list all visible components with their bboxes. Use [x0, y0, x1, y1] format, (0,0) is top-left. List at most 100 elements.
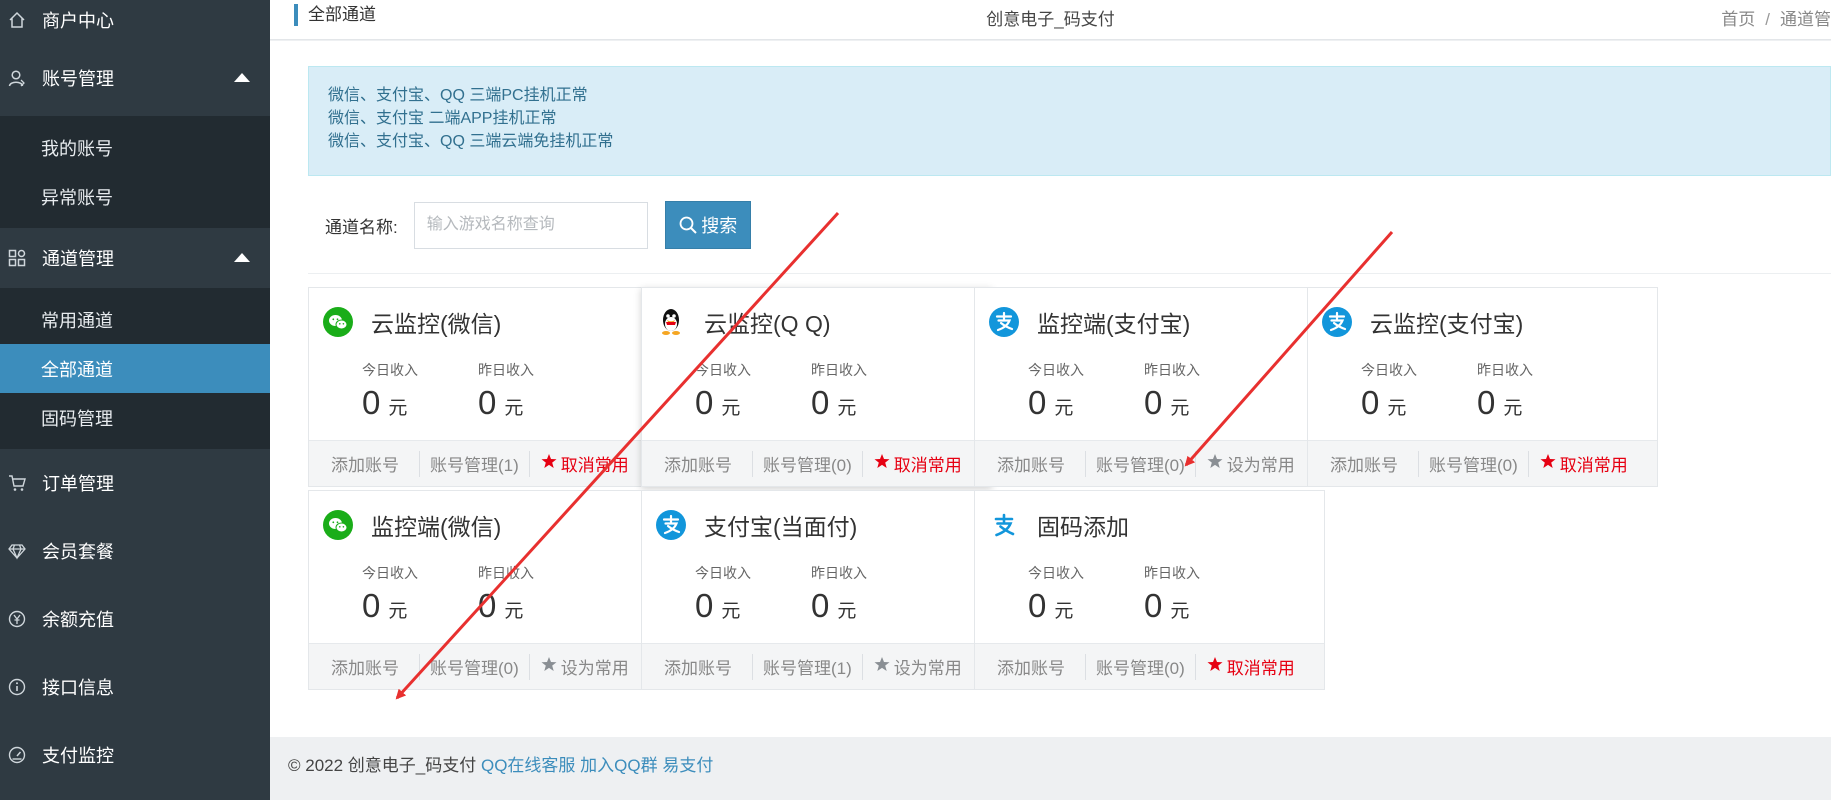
alipay-icon — [655, 509, 687, 541]
yesterday-value: 0 — [1144, 384, 1163, 421]
sidebar: 商户中心 账号管理 我的账号 异常账号 通道管理 常用通道 全部通道 固码管理 … — [0, 0, 270, 800]
alert-line: 微信、支付宝、QQ 三端云端免挂机正常 — [328, 133, 614, 150]
add-account-button[interactable]: 添加账号 — [309, 654, 419, 680]
card-title: 云监控(微信) — [371, 311, 502, 337]
currency-unit: 元 — [1054, 601, 1074, 622]
favorite-label: 取消常用 — [1559, 456, 1628, 475]
add-account-button[interactable]: 添加账号 — [975, 451, 1085, 477]
today-income-value: 0元 — [695, 384, 751, 422]
sidebar-item-my-accounts[interactable]: 我的账号 — [0, 123, 270, 172]
favorite-toggle-button[interactable]: 取消常用 — [1196, 654, 1295, 680]
nav-account-mgmt[interactable]: 账号管理 — [0, 40, 270, 116]
sidebar-item-fixed-code[interactable]: 固码管理 — [0, 393, 270, 442]
user-icon — [6, 67, 28, 89]
breadcrumb-home[interactable]: 首页 — [1721, 10, 1755, 29]
nav-balance-recharge[interactable]: 余额充值 — [0, 585, 270, 653]
account-manage-button[interactable]: 账号管理(0) — [1418, 450, 1529, 477]
sidebar-item-abnormal-accounts[interactable]: 异常账号 — [0, 172, 270, 221]
alert-line: 微信、支付宝 二端APP挂机正常 — [328, 110, 557, 127]
today-income-label: 今日收入 — [362, 565, 418, 581]
currency-unit: 元 — [504, 398, 524, 419]
today-income: 今日收入 0 元 — [695, 360, 751, 422]
card-footer: 添加账号 账号管理(0) 取消常用 — [1308, 440, 1657, 486]
account-manage-button[interactable]: 账号管理(0) — [1085, 450, 1196, 477]
nav-order-mgmt[interactable]: 订单管理 — [0, 449, 270, 517]
card-header: 云监控(Q Q) — [655, 304, 831, 340]
yesterday-income-value: 0元 — [1144, 587, 1200, 625]
grid-icon — [6, 247, 28, 269]
sidebar-item-common-channels[interactable]: 常用通道 — [0, 295, 270, 344]
favorite-toggle-button[interactable]: 设为常用 — [863, 654, 962, 680]
nav-payment-monitor[interactable]: 支付监控 — [0, 721, 270, 789]
favorite-label: 取消常用 — [560, 456, 629, 475]
search-input[interactable] — [413, 201, 648, 249]
nav-label: 余额充值 — [42, 610, 114, 630]
nav-merchant-center[interactable]: 商户中心 — [0, 0, 270, 40]
qq-icon — [655, 306, 687, 338]
favorite-label: 设为常用 — [560, 659, 629, 678]
account-manage-button[interactable]: 账号管理(0) — [752, 450, 863, 477]
card-footer: 添加账号 账号管理(0) 设为常用 — [975, 440, 1324, 486]
today-value: 0 — [362, 384, 381, 421]
add-account-button[interactable]: 添加账号 — [642, 451, 752, 477]
nav-label: 接口信息 — [42, 678, 114, 698]
yesterday-income-label: 昨日收入 — [1477, 362, 1533, 378]
star-icon — [874, 656, 890, 677]
divider — [308, 273, 1831, 274]
favorite-toggle-button[interactable]: 设为常用 — [530, 654, 629, 680]
account-manage-button[interactable]: 账号管理(1) — [419, 450, 530, 477]
currency-unit: 元 — [504, 601, 524, 622]
nav-label: 账号管理 — [42, 69, 114, 89]
nav-api-info[interactable]: 接口信息 — [0, 653, 270, 721]
add-account-button[interactable]: 添加账号 — [642, 654, 752, 680]
account-manage-button[interactable]: 账号管理(0) — [419, 653, 530, 680]
card-header: 固码添加 — [988, 507, 1129, 543]
card-header: 监控端(微信) — [322, 507, 501, 543]
yesterday-income-value: 0元 — [478, 384, 534, 422]
favorite-toggle-button[interactable]: 取消常用 — [530, 451, 629, 477]
card-header: 支付宝(当面付) — [655, 507, 857, 543]
nav-label: 通道管理 — [42, 249, 114, 269]
footer-link-service[interactable]: QQ在线客服 — [481, 756, 575, 775]
search-button[interactable]: 搜索 — [664, 201, 751, 249]
card-title: 云监控(Q Q) — [704, 311, 831, 337]
account-manage-button[interactable]: 账号管理(1) — [752, 653, 863, 680]
account-manage-button[interactable]: 账号管理(0) — [1085, 653, 1196, 680]
nav-member-plans[interactable]: 会员套餐 — [0, 517, 270, 585]
sidebar-item-all-channels[interactable]: 全部通道 — [0, 344, 270, 393]
card-title: 监控端(微信) — [371, 514, 502, 540]
card-header: 云监控(支付宝) — [1321, 304, 1523, 340]
today-value: 0 — [1361, 384, 1380, 421]
card-footer: 添加账号 账号管理(1) 设为常用 — [642, 643, 991, 689]
footer-link-group[interactable]: 加入QQ群 — [580, 756, 657, 775]
channel-submenu: 常用通道 全部通道 固码管理 — [0, 288, 270, 449]
currency-unit: 元 — [1170, 601, 1190, 622]
card-footer: 添加账号 账号管理(1) 取消常用 — [309, 440, 658, 486]
add-account-button[interactable]: 添加账号 — [1308, 451, 1418, 477]
nav-channel-mgmt[interactable]: 通道管理 — [0, 228, 270, 288]
favorite-toggle-button[interactable]: 设为常用 — [1196, 451, 1295, 477]
channel-card: 监控端(支付宝) 今日收入 0 元昨日收入 0 元添加账号 账号管理(0) 设为常用 — [974, 287, 1325, 487]
card-title: 固码添加 — [1037, 514, 1129, 540]
add-account-button[interactable]: 添加账号 — [309, 451, 419, 477]
today-income-label: 今日收入 — [1028, 565, 1084, 581]
today-income-label: 今日收入 — [695, 565, 751, 581]
channel-card: 支付宝(当面付) 今日收入 0 元昨日收入 0 元添加账号 账号管理(1) 设为常用 — [641, 490, 992, 690]
add-account-button[interactable]: 添加账号 — [975, 654, 1085, 680]
favorite-toggle-button[interactable]: 取消常用 — [863, 451, 962, 477]
collapse-arrow-icon[interactable] — [234, 253, 250, 262]
today-income-value: 0元 — [1028, 587, 1084, 625]
currency-unit: 元 — [1054, 398, 1074, 419]
today-value: 0 — [695, 587, 714, 624]
star-icon — [541, 453, 557, 474]
search-icon — [679, 216, 697, 234]
nav-label: 订单管理 — [42, 474, 114, 494]
footer-link-epay[interactable]: 易支付 — [662, 756, 713, 775]
collapse-arrow-icon[interactable] — [234, 73, 250, 82]
currency-unit: 元 — [388, 601, 408, 622]
yesterday-income-value: 0元 — [811, 587, 867, 625]
nav-label: 支付监控 — [42, 746, 114, 766]
today-income-value: 0元 — [1361, 384, 1417, 422]
today-income: 今日收入 0 元 — [695, 563, 751, 625]
favorite-toggle-button[interactable]: 取消常用 — [1529, 451, 1628, 477]
